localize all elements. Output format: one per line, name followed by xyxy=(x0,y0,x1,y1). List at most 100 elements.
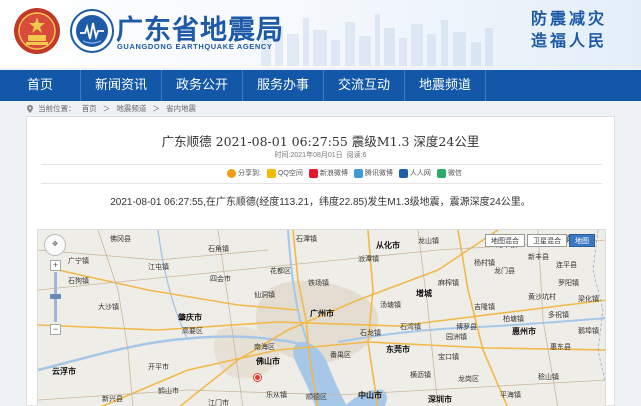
city-label: 江门市 xyxy=(208,400,229,406)
wechat-icon xyxy=(436,168,446,178)
nav-item-interaction[interactable]: 交流互动 xyxy=(324,70,405,101)
qzone-icon xyxy=(266,168,276,178)
city-label: 龙岗区 xyxy=(458,376,479,383)
divider xyxy=(41,183,602,184)
article-time: 时间:2021年08月01日 xyxy=(274,152,343,159)
breadcrumb-item-provincial[interactable]: 省内地震 xyxy=(166,104,196,113)
site-header: 广东省地震局 GUANGDONG EARTHQUAKE AGENCY 防震减灾 … xyxy=(0,0,641,68)
city-label: 平海镇 xyxy=(500,392,521,399)
zoom-in-button[interactable]: + xyxy=(50,260,61,271)
main-nav: 首页 新闻资讯 政务公开 服务办事 交流互动 地震频道 xyxy=(0,70,641,101)
city-label: 东莞市 xyxy=(386,345,410,354)
nav-item-home[interactable]: 首页 xyxy=(0,70,81,101)
zoom-slider-handle[interactable] xyxy=(50,294,61,299)
map-type-satellite[interactable]: 卫星混合 xyxy=(527,234,567,247)
city-label: 大沙镇 xyxy=(98,304,119,311)
city-label: 鹤山市 xyxy=(158,388,179,395)
share-wechat[interactable]: 微信 xyxy=(436,168,462,178)
city-label: 石龙镇 xyxy=(360,330,381,337)
city-label: 花都区 xyxy=(270,268,291,275)
city-label: 惠州市 xyxy=(512,327,536,336)
breadcrumb: 当前位置： 首页 ＞ 地震频道 ＞ 省内地震 xyxy=(26,103,200,115)
breadcrumb-separator: ＞ xyxy=(152,104,160,113)
city-label: 高要区 xyxy=(182,328,203,335)
city-label: 连平县 xyxy=(556,262,577,269)
agency-name-en: GUANGDONG EARTHQUAKE AGENCY xyxy=(117,42,273,51)
map-type-switch: 地图混合 卫星混合 地图 xyxy=(483,234,595,247)
map-zoom-control: ✥ + − xyxy=(44,234,66,336)
city-label: 肇庆市 xyxy=(178,313,202,322)
city-label: 稔山镇 xyxy=(538,374,559,381)
city-label: 从化市 xyxy=(376,241,400,250)
slogan: 防震减灾 造福人民 xyxy=(531,8,607,52)
article-title: 广东顺德 2021-08-01 06:27:55 震级M1.3 深度24公里 xyxy=(161,134,480,149)
national-emblem-icon xyxy=(14,8,60,54)
epicenter-marker[interactable] xyxy=(254,374,261,381)
city-label: 园洲镇 xyxy=(446,334,467,341)
city-label: 云浮市 xyxy=(52,367,76,376)
nav-item-government-affairs[interactable]: 政务公开 xyxy=(162,70,243,101)
city-label: 惠东县 xyxy=(550,344,571,351)
breadcrumb-item-channel[interactable]: 地震频道 xyxy=(116,104,146,113)
city-label: 新兴县 xyxy=(102,396,123,403)
city-label: 仙洞镇 xyxy=(254,292,275,299)
earthquake-map[interactable]: 佛冈县 石角镇 龙山镇 石潭镇 从化市 龙华镇 新丰县 梅河镇 广宁镇 江屯镇 … xyxy=(37,229,606,406)
article-meta: 时间:2021年08月01日 阅读:6 xyxy=(27,150,614,160)
article-panel: 广东顺德 2021-08-01 06:27:55 震级M1.3 深度24公里 时… xyxy=(26,116,615,406)
city-label: 横沥镇 xyxy=(410,372,431,379)
city-label: 鹅埠镇 xyxy=(578,328,599,335)
breadcrumb-separator: ＞ xyxy=(102,104,111,113)
skyline-decoration xyxy=(261,14,493,66)
city-label: 梁化镇 xyxy=(578,296,599,303)
city-label: 石角镇 xyxy=(208,246,229,253)
share-renren[interactable]: 人人网 xyxy=(398,168,431,178)
city-label: 柏塘镇 xyxy=(503,316,524,323)
nav-item-earthquake-channel[interactable]: 地震频道 xyxy=(405,70,486,101)
sina-weibo-icon xyxy=(308,168,318,178)
slogan-line-2: 造福人民 xyxy=(530,31,607,50)
article-views: 阅读:6 xyxy=(346,152,367,159)
city-label: 汤塘镇 xyxy=(380,302,401,309)
nav-item-news[interactable]: 新闻资讯 xyxy=(81,70,162,101)
city-label: 石狗镇 xyxy=(68,278,89,285)
pan-control-icon[interactable]: ✥ xyxy=(44,234,66,256)
city-label: 龙门县 xyxy=(494,268,515,275)
city-label: 江屯镇 xyxy=(148,264,169,271)
city-label: 佛冈县 xyxy=(110,236,131,243)
city-label: 多祝镇 xyxy=(548,312,569,319)
city-label: 顺德区 xyxy=(306,394,327,401)
city-label: 增城 xyxy=(416,289,432,298)
city-label: 宝口镇 xyxy=(438,354,459,361)
city-label: 龙山镇 xyxy=(418,238,439,245)
city-label: 博罗县 xyxy=(456,324,477,331)
city-label: 杨村镇 xyxy=(474,260,495,267)
breadcrumb-item-home[interactable]: 首页 xyxy=(82,104,97,113)
city-label: 佛山市 xyxy=(256,357,280,366)
nav-item-services[interactable]: 服务办事 xyxy=(243,70,324,101)
city-label: 广宁镇 xyxy=(68,258,89,265)
city-label: 广州市 xyxy=(310,309,334,318)
location-pin-icon xyxy=(27,105,33,114)
zoom-out-button[interactable]: − xyxy=(50,324,61,335)
share-tencent-weibo[interactable]: 腾讯微博 xyxy=(353,168,393,178)
city-label: 石潭镇 xyxy=(296,236,317,243)
city-label: 中山市 xyxy=(358,391,382,400)
share-label: 分享到: xyxy=(238,170,261,177)
share-sina-weibo[interactable]: 新浪微博 xyxy=(308,168,348,178)
city-label: 黄沙坑村 xyxy=(528,294,556,301)
map-type-hybrid[interactable]: 地图混合 xyxy=(485,234,525,247)
city-label: 深圳市 xyxy=(428,395,452,404)
map-type-standard[interactable]: 地图 xyxy=(569,234,595,247)
city-label: 罗阳镇 xyxy=(558,280,579,287)
share-qzone[interactable]: QQ空间 xyxy=(266,168,303,178)
slogan-line-1: 防震减灾 xyxy=(530,9,607,28)
earthquake-agency-logo-icon xyxy=(70,9,114,53)
city-label: 南海区 xyxy=(254,344,275,351)
city-label: 吉隆镇 xyxy=(474,304,495,311)
city-label: 四会市 xyxy=(210,276,231,283)
city-label: 乐从镇 xyxy=(266,392,287,399)
renren-icon xyxy=(398,168,408,178)
article-body: 2021-08-01 06:27:55,在广东顺德(经度113.21，纬度22.… xyxy=(110,197,531,208)
city-label: 开平市 xyxy=(148,364,169,371)
divider xyxy=(41,164,602,165)
